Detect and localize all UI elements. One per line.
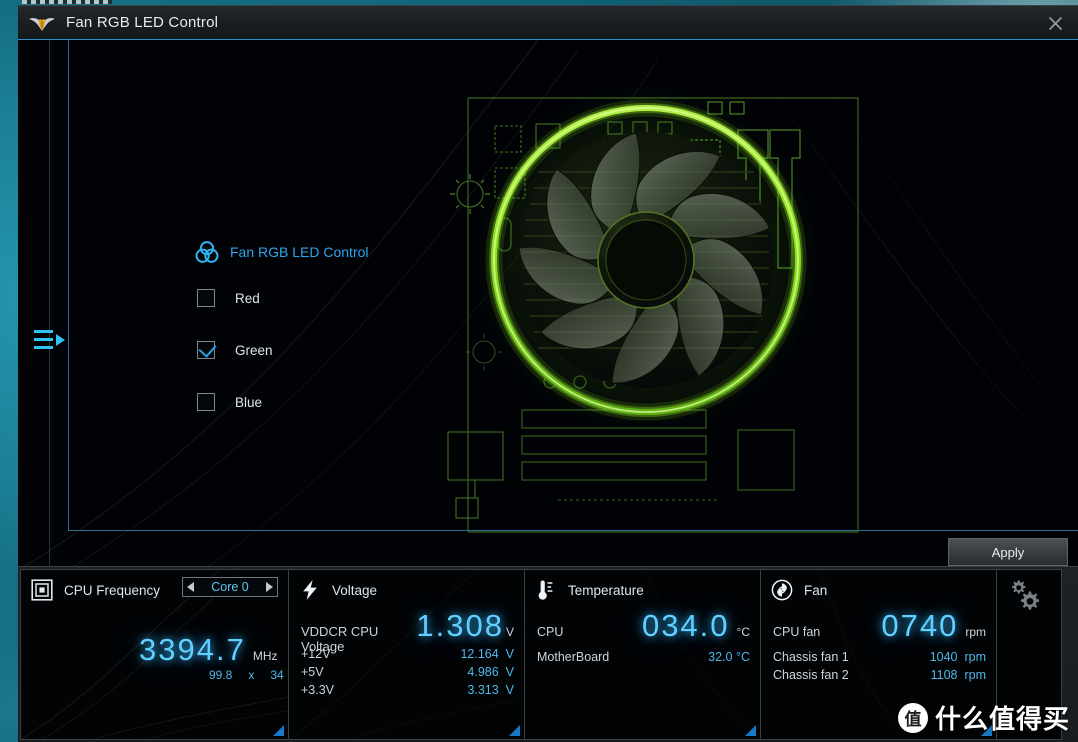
panel-header-temperature: Temperature (535, 575, 760, 605)
fan-primary-readout: CPU fan 0740 rpm (773, 608, 986, 644)
page-title: Fan RGB LED Control (66, 14, 219, 31)
thermometer-icon (538, 580, 553, 600)
checkbox-label-green: Green (235, 342, 273, 358)
voltage-row-label: +3.3V (301, 683, 335, 697)
panel-header-fan: Fan (771, 575, 996, 605)
checkbox-green[interactable] (197, 341, 215, 359)
core-next-button[interactable] (266, 582, 273, 592)
lightning-bolt-icon (303, 580, 317, 600)
temperature-primary-label: CPU (537, 625, 564, 639)
fan-primary-label: CPU fan (773, 625, 821, 639)
cpu-multiplier-separator: x (248, 668, 255, 682)
close-button[interactable] (1038, 10, 1072, 36)
voltage-row-value: 4.986 V (467, 665, 514, 679)
panel-header-voltage: Voltage (299, 575, 524, 605)
checkbox-row-red[interactable]: Red (194, 278, 434, 318)
voltage-row: +12V 12.164 V (301, 645, 514, 663)
panel-expand-temperature[interactable] (745, 725, 756, 736)
panel-title-cpu-frequency: CPU Frequency (64, 582, 161, 598)
temperature-row-value: 32.0 °C (708, 650, 750, 664)
panel-settings[interactable] (996, 569, 1062, 740)
fan-row-label: Chassis fan 1 (773, 650, 849, 664)
voltage-row: +3.3V 3.313 V (301, 681, 514, 699)
fan-row-value: 1040 rpm (929, 650, 986, 664)
fan-icon (771, 579, 793, 601)
background-streaks (24, 40, 1078, 566)
voltage-row-value: 3.313 V (467, 683, 514, 697)
panel-title-voltage: Voltage (332, 582, 378, 598)
rgb-circles-icon (195, 241, 219, 263)
cpu-frequency-value: 3394.7 (139, 632, 246, 667)
cpu-chip-icon (31, 579, 53, 601)
motherboard-fan-illustration (447, 85, 859, 533)
voltage-primary-unit: V (505, 625, 514, 639)
temperature-primary-readout: CPU 034.0 °C (537, 608, 750, 644)
checkbox-row-blue[interactable]: Blue (194, 382, 434, 422)
voltage-row-label: +12V (301, 647, 331, 661)
cpu-frequency-unit: MHz (252, 649, 278, 663)
cpu-multiplier-value: 34 (270, 668, 284, 682)
app-window: Fan RGB LED Control Fan RGB LED Control … (18, 5, 1078, 742)
temperature-primary-value: 034.0 (641, 608, 730, 643)
fan-sensor-list: Chassis fan 1 1040 rpm Chassis fan 2 110… (773, 648, 986, 684)
temperature-primary-value-group: 034.0 °C (642, 608, 750, 644)
panel-expand-fan[interactable] (981, 725, 992, 736)
hardware-monitor-bar: CPU Frequency Core 0 3394.7 MHz 99.8 x 3… (18, 566, 1078, 742)
apply-button[interactable]: Apply (948, 538, 1068, 566)
voltage-primary-value-group: 1.308 V (416, 608, 514, 644)
voltage-row: +5V 4.986 V (301, 663, 514, 681)
voltage-row-label: +5V (301, 665, 324, 679)
panel-cpu-frequency[interactable]: CPU Frequency Core 0 3394.7 MHz 99.8 x 3… (20, 569, 289, 740)
fan-row-label: Chassis fan 2 (773, 668, 849, 682)
checkbox-label-red: Red (235, 290, 260, 306)
core-prev-button[interactable] (187, 582, 194, 592)
voltage-primary-value: 1.308 (416, 608, 504, 643)
temperature-primary-unit: °C (736, 625, 750, 639)
sidebar-expand-toggle[interactable] (33, 327, 67, 353)
fan-row: Chassis fan 1 1040 rpm (773, 648, 986, 666)
content-divider-vertical (68, 40, 69, 530)
core-selector[interactable]: Core 0 (182, 577, 278, 597)
voltage-row-value: 12.164 V (460, 647, 514, 661)
temperature-row: MotherBoard 32.0 °C (537, 648, 750, 666)
panel-expand-cpu-frequency[interactable] (273, 725, 284, 736)
close-icon (1048, 16, 1062, 30)
rgb-control-group: Fan RGB LED Control Red Green Blue (194, 238, 434, 422)
clipped-background-window (22, 0, 112, 4)
core-selector-value: Core 0 (211, 580, 249, 594)
rail-divider-left (49, 40, 50, 566)
main-content: Fan RGB LED Control Red Green Blue Apply (18, 40, 1078, 566)
voltage-rail-list: +12V 12.164 V +5V 4.986 V +3.3V 3.313 V (301, 645, 514, 699)
content-divider-horizontal (68, 530, 1078, 531)
fan-primary-value: 0740 (881, 608, 959, 643)
hamburger-expand-icon (34, 330, 65, 349)
panel-title-temperature: Temperature (568, 582, 644, 598)
fan-primary-value-group: 0740 rpm (881, 608, 986, 644)
fan-row: Chassis fan 2 1108 rpm (773, 666, 986, 684)
cpu-frequency-detail: 99.8 x 34 (209, 668, 284, 682)
panel-voltage[interactable]: Voltage VDDCR CPU Voltage 1.308 V +12V 1… (288, 569, 525, 740)
checkbox-row-green[interactable]: Green (194, 330, 434, 370)
checkbox-blue[interactable] (197, 393, 215, 411)
checkbox-label-blue: Blue (235, 394, 263, 410)
cpu-bclk-value: 99.8 (209, 668, 233, 682)
checkbox-red[interactable] (197, 289, 215, 307)
panel-fan[interactable]: Fan CPU fan 0740 rpm Chassis fan 1 1040 … (760, 569, 997, 740)
fan-row-value: 1108 rpm (930, 668, 986, 682)
panel-expand-voltage[interactable] (509, 725, 520, 736)
temperature-row-label: MotherBoard (537, 650, 610, 664)
tuf-wings-logo-icon (29, 17, 55, 31)
rgb-control-group-header: Fan RGB LED Control (194, 238, 434, 266)
fan-primary-unit: rpm (965, 625, 986, 639)
panel-title-fan: Fan (804, 582, 828, 598)
panel-temperature[interactable]: Temperature CPU 034.0 °C MotherBoard 32.… (524, 569, 761, 740)
cpu-frequency-readout: 3394.7 MHz (139, 632, 278, 668)
gears-icon[interactable] (1009, 578, 1043, 612)
temperature-sensor-list: MotherBoard 32.0 °C (537, 648, 750, 666)
rgb-control-group-label: Fan RGB LED Control (230, 244, 369, 260)
titlebar: Fan RGB LED Control (18, 6, 1078, 40)
